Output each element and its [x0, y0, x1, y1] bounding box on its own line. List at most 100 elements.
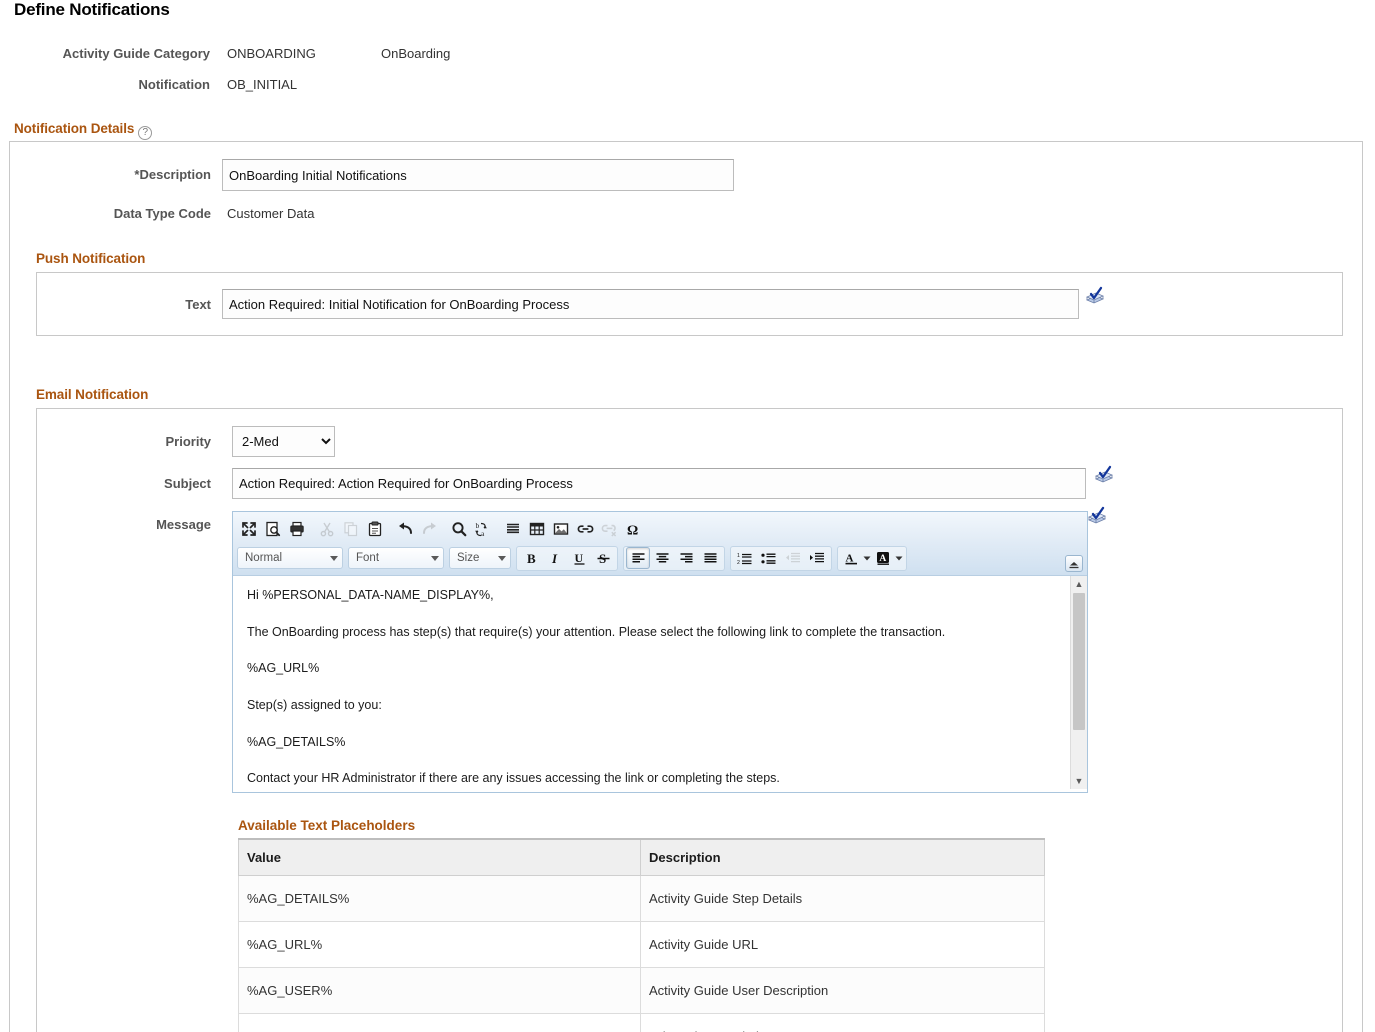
align-right-icon[interactable] — [674, 547, 698, 569]
paragraph-format-select[interactable]: Normal — [237, 547, 343, 569]
svg-text:b: b — [475, 521, 479, 530]
undo-icon[interactable] — [393, 518, 417, 540]
scrollbar-thumb[interactable] — [1073, 593, 1085, 730]
scroll-down-icon[interactable]: ▼ — [1071, 773, 1087, 789]
background-color-icon[interactable]: A — [872, 547, 894, 569]
maximize-icon[interactable] — [237, 518, 261, 540]
unlink-icon[interactable] — [597, 518, 621, 540]
message-paragraph: %AG_DETAILS% — [247, 735, 1056, 751]
table-row[interactable]: %AG_DETAILS% Activity Guide Step Details — [239, 876, 1045, 922]
table-row[interactable]: %AG_URL% Activity Guide URL — [239, 922, 1045, 968]
preview-icon[interactable] — [261, 518, 285, 540]
description-input[interactable] — [222, 159, 734, 191]
underline-icon[interactable]: U — [567, 547, 591, 569]
horizontal-rule-icon[interactable] — [501, 518, 525, 540]
message-paragraph: Step(s) assigned to you: — [247, 698, 1056, 714]
spellcheck-icon[interactable] — [1087, 506, 1107, 526]
text-color-icon[interactable]: A — [840, 547, 862, 569]
toolbar-group-insert: Ω — [501, 517, 645, 542]
align-center-icon[interactable] — [650, 547, 674, 569]
placeholder-description: Job Code Description — [641, 1014, 1045, 1032]
help-icon[interactable]: ? — [138, 126, 152, 140]
spellcheck-icon[interactable] — [1094, 465, 1114, 485]
svg-text:A: A — [845, 552, 853, 564]
placeholder-value: %AG_USER% — [239, 968, 641, 1014]
paste-icon[interactable] — [363, 518, 387, 540]
toolbar-group-colors: A A — [837, 546, 907, 571]
placeholder-description: Activity Guide User Description — [641, 968, 1045, 1014]
data-type-code-label: Data Type Code — [0, 206, 211, 221]
priority-select[interactable]: 2-Med — [232, 426, 335, 457]
toolbar-group-lists: 1 2 — [730, 546, 832, 571]
find-icon[interactable] — [447, 518, 471, 540]
toolbar-group-clipboard — [315, 517, 387, 542]
collapse-toolbar-icon[interactable] — [1065, 555, 1083, 572]
svg-text:U: U — [574, 551, 583, 565]
svg-text:Ω: Ω — [627, 524, 638, 538]
chevron-down-icon — [330, 556, 338, 561]
available-text-placeholders-title: Available Text Placeholders — [238, 818, 415, 833]
cut-icon[interactable] — [315, 518, 339, 540]
increase-indent-icon[interactable] — [805, 547, 829, 569]
spellcheck-icon[interactable] — [1085, 286, 1105, 306]
special-character-icon[interactable]: Ω — [621, 518, 645, 540]
placeholder-value: %AG_DETAILS% — [239, 876, 641, 922]
font-family-select[interactable]: Font — [348, 547, 444, 569]
text-color-dropdown-icon[interactable] — [862, 547, 872, 569]
table-row[interactable]: %JOBCODE_TBL_DESCR% Job Code Description — [239, 1014, 1045, 1032]
editor-toolbar: b a — [233, 512, 1087, 576]
table-row[interactable]: %AG_USER% Activity Guide User Descriptio… — [239, 968, 1045, 1014]
copy-icon[interactable] — [339, 518, 363, 540]
table-header-row: Value Description — [239, 839, 1045, 876]
message-paragraph: The OnBoarding process has step(s) that … — [247, 625, 1056, 641]
redo-icon[interactable] — [417, 518, 441, 540]
placeholder-value: %AG_URL% — [239, 922, 641, 968]
table-icon[interactable] — [525, 518, 549, 540]
strikethrough-icon[interactable]: S — [591, 547, 615, 569]
replace-icon[interactable]: b a — [471, 518, 495, 540]
activity-guide-category-description: OnBoarding — [381, 46, 450, 61]
activity-guide-category-label: Activity Guide Category — [0, 46, 210, 61]
editor-toolbar-row-1: b a — [237, 515, 1083, 543]
placeholders-table: Value Description %AG_DETAILS% Activity … — [238, 838, 1045, 1032]
align-justify-icon[interactable] — [698, 547, 722, 569]
image-icon[interactable] — [549, 518, 573, 540]
bold-icon[interactable]: B — [519, 547, 543, 569]
svg-text:B: B — [527, 551, 536, 566]
decrease-indent-icon[interactable] — [781, 547, 805, 569]
message-editor-body[interactable]: Hi %PERSONAL_DATA-NAME_DISPLAY%, The OnB… — [233, 576, 1087, 789]
font-size-label: Size — [457, 552, 479, 564]
toolbar-group-search: b a — [447, 517, 495, 542]
notification-value: OB_INITIAL — [227, 77, 297, 92]
notification-label: Notification — [0, 77, 210, 92]
toolbar-group-alignment — [623, 546, 725, 571]
placeholder-description: Activity Guide Step Details — [641, 876, 1045, 922]
message-paragraph: Contact your HR Administrator if there a… — [247, 771, 1056, 787]
notification-details-heading: Notification Details? — [14, 121, 152, 140]
link-icon[interactable] — [573, 518, 597, 540]
svg-text:A: A — [879, 554, 886, 564]
print-icon[interactable] — [285, 518, 309, 540]
italic-icon[interactable]: I — [543, 547, 567, 569]
message-label: Message — [0, 517, 211, 532]
push-text-input[interactable] — [222, 289, 1079, 319]
toolbar-group-document — [237, 517, 309, 542]
align-left-icon[interactable] — [626, 547, 650, 569]
scroll-up-icon[interactable]: ▲ — [1071, 576, 1087, 592]
bulleted-list-icon[interactable] — [757, 547, 781, 569]
page-title: Define Notifications — [14, 0, 170, 20]
numbered-list-icon[interactable]: 1 2 — [733, 547, 757, 569]
description-label: *Description — [0, 167, 211, 182]
message-editor-content[interactable]: Hi %PERSONAL_DATA-NAME_DISPLAY%, The OnB… — [233, 576, 1070, 789]
toolbar-group-basic-styles: B I U S — [516, 546, 618, 571]
svg-text:1: 1 — [737, 553, 740, 559]
define-notifications-page: Define Notifications Activity Guide Cate… — [0, 0, 1375, 1032]
font-size-select[interactable]: Size — [449, 547, 511, 569]
editor-toolbar-row-2: Normal Font Size B I — [237, 543, 1083, 573]
message-editor-scrollbar[interactable]: ▲ ▼ — [1070, 576, 1087, 789]
message-rich-text-editor: b a — [232, 511, 1088, 793]
message-paragraph: %AG_URL% — [247, 661, 1056, 677]
priority-label: Priority — [0, 434, 211, 449]
background-color-dropdown-icon[interactable] — [894, 547, 904, 569]
subject-input[interactable] — [232, 468, 1086, 499]
